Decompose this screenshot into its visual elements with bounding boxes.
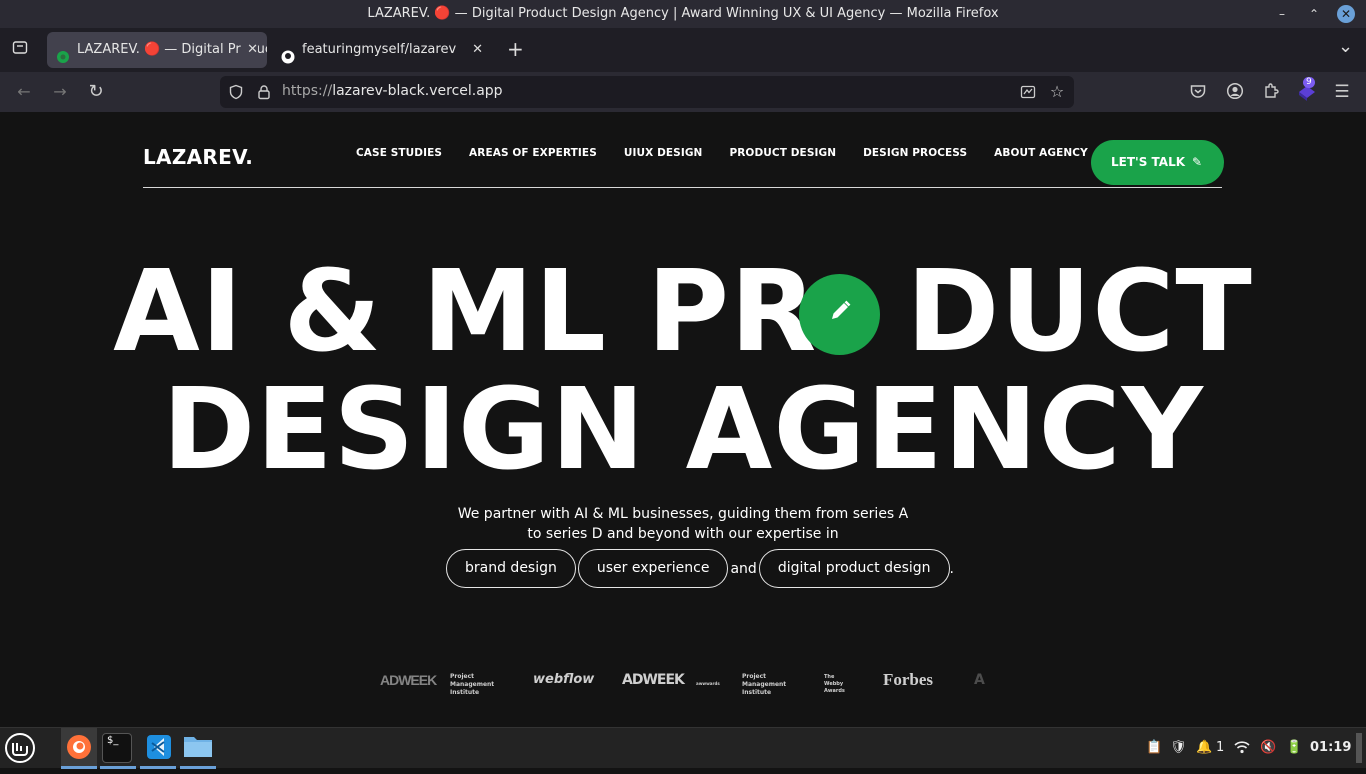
notification-count: 1: [1216, 740, 1225, 755]
nav-case-studies[interactable]: CASE STUDIES: [356, 147, 442, 159]
extensions-icon[interactable]: [1261, 82, 1281, 102]
taskbar: $_ 📋 🛡 🔔 1 🔇 🔋 01:19: [0, 727, 1366, 769]
bookmark-star-icon[interactable]: ☆: [1049, 84, 1065, 100]
tab-github[interactable]: featuringmyself/lazarev ✕: [272, 32, 492, 68]
files-folder-icon[interactable]: [182, 733, 214, 763]
hero-heading-line1: AI & ML PR DUCT: [0, 252, 1366, 372]
hero-line1-start: AI & ML PR: [113, 247, 818, 377]
nav-areas-of-experties[interactable]: AREAS OF EXPERTIES: [469, 147, 597, 159]
volume-muted-icon[interactable]: 🔇: [1260, 740, 1276, 755]
reload-button[interactable]: ↻: [86, 82, 106, 102]
mint-menu-icon[interactable]: [4, 732, 36, 763]
show-desktop-button[interactable]: [1356, 733, 1362, 763]
site-logo[interactable]: LAZAREV.: [143, 145, 253, 169]
tab-strip: LAZAREV. 🔴 — Digital Product Design Agen…: [0, 28, 1366, 72]
notification-bell-icon[interactable]: 🔔: [1196, 740, 1212, 755]
pill-digital-product-design[interactable]: digital product design: [758, 549, 950, 588]
logo-webflow: webflow: [533, 672, 595, 687]
tab-lazarev[interactable]: LAZAREV. 🔴 — Digital Product Design Agen…: [47, 32, 267, 68]
firefox-icon[interactable]: [63, 733, 95, 763]
battery-icon[interactable]: 🔋: [1286, 740, 1302, 755]
lead-line-2: to series D and beyond with our expertis…: [527, 526, 839, 542]
hero-heading-line2: DESIGN AGENCY: [162, 365, 1204, 495]
expertise-pills: brand design user experience and digital…: [446, 549, 954, 588]
site-nav: CASE STUDIES AREAS OF EXPERTIES UIUX DES…: [356, 147, 1115, 159]
logo-awwwards: awwwards: [696, 681, 720, 686]
favicon-icon: [56, 43, 70, 63]
nav-product-design[interactable]: PRODUCT DESIGN: [729, 147, 836, 159]
wifi-icon[interactable]: [1234, 740, 1250, 758]
logo-adweek-partial: ADWEEK: [380, 672, 437, 688]
header-divider: [143, 187, 1222, 188]
logo-adweek: ADWEEK: [622, 672, 685, 688]
hero-lead: We partner with AI & ML businesses, guid…: [0, 504, 1366, 544]
clock[interactable]: 01:19: [1310, 740, 1351, 755]
hero-pencil-badge-icon: [799, 274, 880, 355]
update-shield-icon[interactable]: 🛡: [1170, 740, 1187, 755]
terminal-icon[interactable]: $_: [102, 733, 132, 763]
logo-pmi: Project Management Institute: [450, 673, 495, 696]
web-page: LAZAREV. CASE STUDIES AREAS OF EXPERTIES…: [0, 112, 1366, 727]
logo-forbes: Forbes: [883, 670, 934, 689]
url-text[interactable]: https://lazarev-black.vercel.app: [282, 83, 503, 99]
list-all-tabs-button[interactable]: ⌄: [1338, 36, 1353, 57]
tab-close-icon[interactable]: ✕: [466, 32, 483, 68]
lets-talk-label: LET'S TALK: [1111, 155, 1186, 169]
nav-toolbar: ← → ↻ https://lazarev-black.vercel.app ☆…: [0, 72, 1366, 112]
hero-line1-end: DUCT: [906, 247, 1253, 377]
logo-webby: The Webby Awards: [824, 674, 845, 694]
logo-pmi-2: Project Management Institute: [742, 673, 787, 696]
nav-design-process[interactable]: DESIGN PROCESS: [863, 147, 967, 159]
pocket-icon[interactable]: [1188, 82, 1208, 102]
lock-icon[interactable]: [256, 84, 272, 100]
url-bar[interactable]: https://lazarev-black.vercel.app ☆: [220, 76, 1074, 108]
close-window-button[interactable]: ✕: [1337, 5, 1355, 23]
new-tab-button[interactable]: +: [507, 37, 524, 61]
vscode-icon[interactable]: [143, 733, 175, 763]
lead-line-1: We partner with AI & ML businesses, guid…: [457, 506, 909, 522]
tab-label: featuringmyself/lazarev: [302, 42, 457, 57]
firefox-view-icon[interactable]: [12, 39, 28, 59]
github-icon: [281, 43, 295, 64]
account-icon[interactable]: [1225, 82, 1245, 102]
window-title: LAZAREV. 🔴 — Digital Product Design Agen…: [367, 6, 999, 21]
clipboard-icon[interactable]: 📋: [1146, 740, 1162, 755]
pill-user-experience[interactable]: user experience: [577, 549, 729, 588]
window-titlebar: LAZAREV. 🔴 — Digital Product Design Agen…: [0, 0, 1366, 28]
maximize-button[interactable]: ⌃: [1305, 5, 1323, 23]
pills-period: .: [949, 560, 954, 577]
pills-and-text: and: [730, 560, 757, 577]
url-host: lazarev-black.vercel.app: [332, 83, 503, 99]
menu-icon[interactable]: ☰: [1332, 82, 1352, 102]
shield-icon[interactable]: [228, 84, 244, 100]
client-logos-marquee: ADWEEK Project Management Institute webf…: [380, 667, 990, 697]
tab-close-icon[interactable]: ✕: [241, 32, 258, 68]
extension-addon-icon[interactable]: 9: [1297, 77, 1317, 102]
lets-talk-button[interactable]: LET'S TALK ✎: [1091, 140, 1224, 185]
nav-about-agency[interactable]: ABOUT AGENCY: [994, 147, 1088, 159]
forward-button[interactable]: →: [50, 82, 70, 102]
nav-uiux-design[interactable]: UIUX DESIGN: [624, 147, 703, 159]
extension-badge: 9: [1303, 77, 1315, 88]
tab-label: LAZAREV. 🔴 — Digital Product Design Agen…: [77, 42, 267, 57]
reader-mode-icon[interactable]: [1020, 84, 1036, 100]
url-scheme: https://: [282, 83, 333, 99]
logo-partial: A: [974, 672, 985, 688]
pill-brand-design[interactable]: brand design: [446, 549, 576, 588]
back-button[interactable]: ←: [14, 82, 34, 102]
minimize-button[interactable]: –: [1273, 5, 1291, 23]
pencil-icon: ✎: [1191, 155, 1202, 169]
